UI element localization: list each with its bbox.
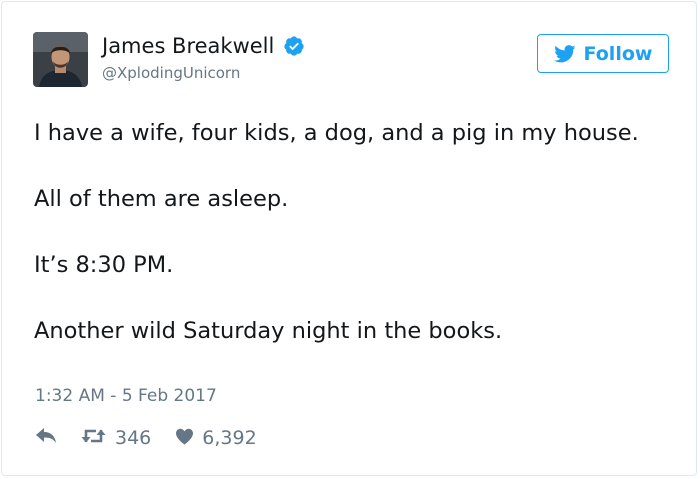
twitter-bird-icon — [553, 44, 576, 63]
tweet-paragraph: Another wild Saturday night in the books… — [34, 318, 503, 344]
heart-icon — [175, 428, 194, 449]
author-display-name[interactable]: James Breakwell — [102, 33, 274, 59]
profile-photo — [33, 32, 88, 87]
tweet-card: James Breakwell @XplodingUnicorn Follow … — [1, 1, 697, 476]
tweet-timestamp[interactable]: 1:32 AM - 5 Feb 2017 — [35, 386, 217, 406]
retweet-count: 346 — [115, 427, 152, 449]
tweet-actions: 346 6,392 — [35, 426, 257, 450]
like-button[interactable]: 6,392 — [175, 427, 257, 449]
tweet-paragraph: I have a wife, four kids, a dog, and a p… — [34, 120, 639, 146]
verified-badge-icon — [283, 35, 305, 57]
avatar[interactable] — [33, 32, 88, 87]
reply-arrow-icon — [35, 427, 57, 449]
follow-button[interactable]: Follow — [537, 34, 669, 73]
retweet-icon — [80, 427, 107, 449]
author-name-row: James Breakwell — [102, 33, 305, 59]
tweet-paragraph: It’s 8:30 PM. — [34, 252, 174, 278]
author-handle[interactable]: @XplodingUnicorn — [102, 64, 240, 82]
reply-button[interactable] — [35, 427, 57, 449]
follow-label: Follow — [583, 42, 653, 65]
like-count: 6,392 — [202, 427, 257, 449]
tweet-paragraph: All of them are asleep. — [34, 186, 289, 212]
tweet-text: I have a wife, four kids, a dog, and a p… — [34, 117, 654, 381]
retweet-button[interactable]: 346 — [80, 427, 151, 449]
